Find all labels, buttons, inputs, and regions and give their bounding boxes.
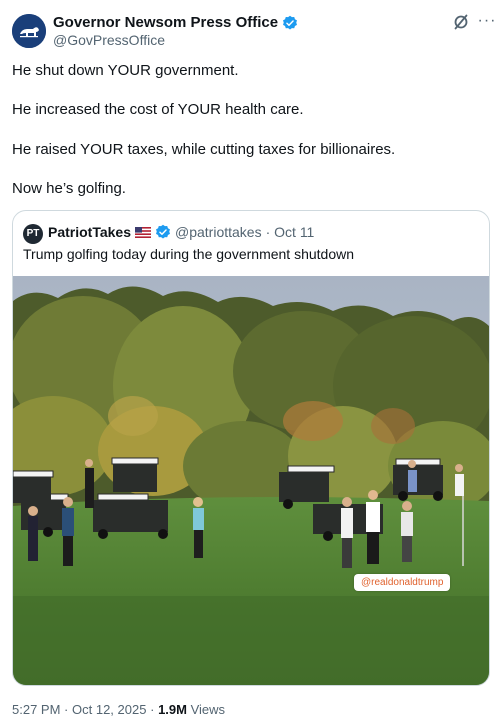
quote-photo[interactable]: @realdonaldtrump — [13, 276, 489, 685]
more-icon: ··· — [477, 12, 497, 29]
quote-author-avatar[interactable]: PT — [23, 224, 43, 244]
quote-date[interactable]: · Oct 11 — [266, 224, 315, 240]
post-date[interactable]: Oct 12, 2025 — [72, 702, 146, 717]
author-handle[interactable]: @GovPressOffice — [53, 32, 165, 48]
verified-badge-icon — [156, 224, 170, 239]
quoted-post[interactable]: PT PatriotTakes @patriottakes · Oct 11 T… — [12, 210, 490, 686]
tweet: Governor Newsom Press Office @GovPressOf… — [0, 0, 504, 724]
views-label: Views — [190, 702, 226, 717]
verified-badge-icon — [283, 15, 298, 30]
us-flag-icon — [135, 226, 151, 238]
author-avatar[interactable] — [12, 14, 46, 48]
state-bear-icon — [12, 14, 46, 48]
meta-separator: · — [64, 702, 69, 717]
post-time[interactable]: 5:27 PM — [12, 702, 60, 717]
post-text-line: He increased the cost of YOUR health car… — [12, 101, 304, 118]
post-text-line: He shut down YOUR government. — [12, 62, 239, 79]
post-meta: 5:27 PM · Oct 12, 2025 · 1.9M Views — [12, 702, 225, 717]
quote-header: PatriotTakes @patriottakes · Oct 11 — [48, 224, 314, 240]
meta-separator: · — [150, 702, 155, 717]
post-text-line: He raised YOUR taxes, while cutting taxe… — [12, 141, 396, 158]
quote-author-handle[interactable]: @patriottakes — [175, 224, 262, 240]
author-name-row: Governor Newsom Press Office — [53, 14, 298, 31]
more-options-button[interactable]: ··· — [476, 11, 498, 31]
quote-author-name[interactable]: PatriotTakes — [48, 224, 131, 240]
post-text-line: Now he’s golfing. — [12, 180, 126, 197]
grok-button[interactable] — [452, 13, 470, 31]
author-display-name[interactable]: Governor Newsom Press Office — [53, 14, 278, 31]
grok-icon — [454, 14, 468, 30]
golf-course-image — [13, 276, 489, 685]
photo-watermark: @realdonaldtrump — [354, 574, 451, 591]
quote-text: Trump golfing today during the governmen… — [23, 246, 355, 262]
views-count: 1.9M — [158, 702, 187, 717]
